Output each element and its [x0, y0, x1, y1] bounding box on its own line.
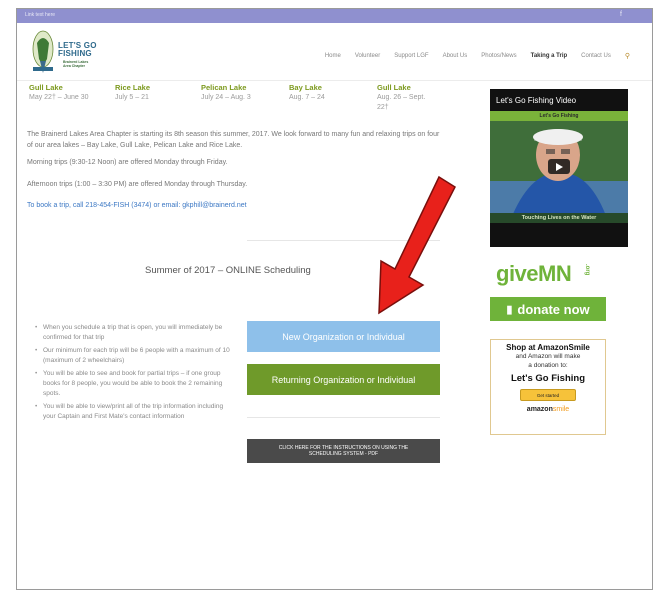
- play-icon[interactable]: [548, 159, 570, 174]
- nav-taking-a-trip[interactable]: Taking a Trip: [531, 53, 568, 60]
- lake-name: Rice Lake: [115, 83, 151, 92]
- nav-home[interactable]: Home: [325, 53, 341, 60]
- lake-name: Pelican Lake: [201, 83, 247, 92]
- nav-support[interactable]: Support LGF: [394, 53, 428, 60]
- scheduling-title: Summer of 2017 – ONLINE Scheduling: [145, 265, 311, 276]
- lake-item: Pelican Lake July 24 – Aug. 3: [201, 83, 277, 103]
- lake-dates: July 5 – 21: [115, 94, 149, 101]
- nav-volunteer[interactable]: Volunteer: [355, 53, 380, 60]
- nav-about[interactable]: About Us: [443, 53, 468, 60]
- fish-logo-icon: [32, 30, 54, 73]
- smile-word: smile: [552, 406, 570, 413]
- video-title: Let's Go Fishing Video: [496, 96, 577, 105]
- nav-contact[interactable]: Contact Us: [581, 53, 611, 60]
- lake-name: Bay Lake: [289, 83, 322, 92]
- main-nav: Home Volunteer Support LGF About Us Phot…: [325, 53, 630, 60]
- lake-schedule: Gull Lake May 22† – June 30 Rice Lake Ju…: [27, 83, 457, 123]
- lake-dates: May 22† – June 30: [29, 94, 89, 101]
- lake-item: Bay Lake Aug. 7 – 24: [289, 83, 365, 103]
- list-item: When you schedule a trip that is open, y…: [35, 323, 235, 343]
- top-bar: Link text here f: [17, 9, 652, 23]
- lake-name: Gull Lake: [29, 83, 63, 92]
- list-item: You will be able to see and book for par…: [35, 369, 235, 399]
- amazonsmile-widget[interactable]: Shop at AmazonSmile and Amazon will make…: [490, 339, 606, 435]
- video-footer: Touching Lives on the Water: [490, 213, 628, 223]
- logo-sub-line2: Area Chapter: [63, 64, 85, 68]
- get-started-button[interactable]: Get started: [520, 389, 576, 401]
- smile-line1: and Amazon will make: [515, 353, 581, 360]
- browser-page: Link text here f LET'S GO FISHING Braine…: [16, 8, 653, 590]
- donate-icon: ▮: [506, 303, 513, 316]
- donate-now-button[interactable]: ▮ donate now: [490, 297, 606, 321]
- givemn-widget: giveMN .org ▮ donate now: [490, 261, 608, 323]
- lake-item: Gull Lake Aug. 26 – Sept. 22†: [377, 83, 437, 113]
- smile-org: Let's Go Fishing: [510, 373, 586, 384]
- logo-subtitle: Brainerd Lakes Area Chapter: [63, 60, 88, 68]
- logo-title-line2: FISHING: [58, 49, 92, 58]
- lake-name: Gull Lake: [377, 83, 411, 92]
- lake-dates: Aug. 26 – Sept. 22†: [377, 94, 426, 111]
- divider: [247, 417, 440, 418]
- smile-line2: a donation to:: [528, 362, 568, 369]
- smile-title: Shop at AmazonSmile: [506, 343, 590, 352]
- facebook-icon[interactable]: f: [620, 11, 622, 18]
- returning-organization-button[interactable]: Returning Organization or Individual: [247, 364, 440, 395]
- scheduling-info-list: When you schedule a trip that is open, y…: [35, 323, 235, 425]
- video-player[interactable]: Let's Go Fishing Touching Lives on the W…: [490, 111, 628, 223]
- morning-trips-text: Morning trips (9:30-12 Noon) are offered…: [27, 159, 228, 166]
- logo-title: LET'S GO FISHING: [58, 42, 97, 58]
- instructions-pdf-button[interactable]: CLICK HERE FOR THE INSTRUCTIONS ON USING…: [247, 439, 440, 463]
- givemn-org-text: .org: [584, 264, 590, 276]
- site-header: LET'S GO FISHING Brainerd Lakes Area Cha…: [17, 23, 652, 81]
- lake-dates: Aug. 7 – 24: [289, 94, 325, 101]
- search-icon[interactable]: ⚲: [625, 52, 630, 60]
- new-organization-button[interactable]: New Organization or Individual: [247, 321, 440, 352]
- video-widget: Let's Go Fishing Video Let's Go Fishing …: [490, 89, 628, 247]
- lake-item: Rice Lake July 5 – 21: [115, 83, 191, 103]
- list-item: You will be able to view/print all of th…: [35, 402, 235, 422]
- site-logo[interactable]: LET'S GO FISHING Brainerd Lakes Area Cha…: [31, 29, 105, 77]
- red-arrow-annotation: [378, 175, 456, 315]
- intro-paragraph: The Brainerd Lakes Area Chapter is start…: [27, 131, 440, 149]
- givemn-logo[interactable]: giveMN: [496, 261, 572, 287]
- donate-label: donate now: [517, 301, 590, 317]
- top-bar-text[interactable]: Link text here: [25, 12, 55, 18]
- amazonsmile-logo: amazonsmile: [491, 406, 605, 413]
- lake-item: Gull Lake May 22† – June 30: [29, 83, 105, 103]
- amazon-word: amazon: [526, 406, 553, 413]
- nav-photos[interactable]: Photos/News: [481, 53, 516, 60]
- lake-dates: July 24 – Aug. 3: [201, 94, 251, 101]
- list-item: Our minimum for each trip will be 6 peop…: [35, 346, 235, 366]
